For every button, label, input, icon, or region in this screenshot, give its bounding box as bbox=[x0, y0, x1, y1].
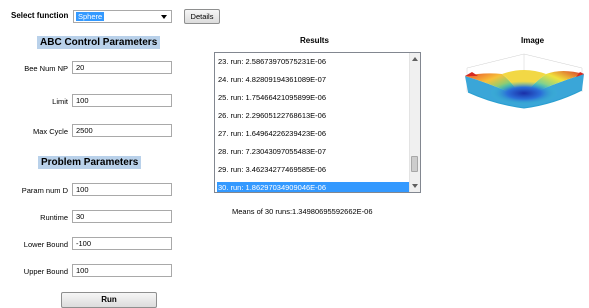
results-title: Results bbox=[300, 36, 329, 45]
image-title: Image bbox=[521, 36, 545, 45]
param-num-label: Param num D bbox=[21, 186, 68, 195]
scroll-down-icon[interactable] bbox=[412, 184, 418, 188]
run-button[interactable]: Run bbox=[61, 292, 157, 308]
max-cycle-field[interactable]: 2500 bbox=[72, 124, 172, 137]
runtime-label: Runtime bbox=[40, 213, 68, 222]
limit-field[interactable]: 100 bbox=[72, 94, 172, 107]
scroll-up-icon[interactable] bbox=[412, 57, 418, 61]
list-item[interactable]: 29. run: 3.46234277469585E-06 bbox=[217, 164, 410, 175]
chevron-down-icon[interactable] bbox=[161, 15, 167, 19]
sphere-surface-image bbox=[465, 53, 584, 109]
lower-bound-label: Lower Bound bbox=[23, 240, 68, 249]
results-listbox[interactable]: 23. run: 2.58673970575231E-06 24. run: 4… bbox=[214, 52, 421, 193]
list-item[interactable]: 24. run: 4.82809194361089E-07 bbox=[217, 74, 410, 85]
results-scrollbar[interactable] bbox=[409, 53, 420, 192]
select-function-label: Select function bbox=[11, 11, 69, 20]
function-select-value: Sphere bbox=[76, 12, 105, 21]
details-button[interactable]: Details bbox=[184, 9, 220, 24]
scroll-thumb[interactable] bbox=[411, 156, 418, 172]
function-select[interactable]: Sphere bbox=[73, 10, 172, 23]
upper-bound-field[interactable]: 100 bbox=[72, 264, 172, 277]
list-item-selected[interactable]: 30. run: 1.86297034909046E-06 bbox=[217, 182, 410, 192]
runtime-field[interactable]: 30 bbox=[72, 210, 172, 223]
list-item[interactable]: 28. run: 7.23043097055483E-07 bbox=[217, 146, 410, 157]
list-item[interactable]: 25. run: 1.75466421095899E-06 bbox=[217, 92, 410, 103]
upper-bound-label: Upper Bound bbox=[23, 267, 68, 276]
limit-label: Limit bbox=[52, 97, 68, 106]
abc-section-title: ABC Control Parameters bbox=[37, 36, 161, 49]
param-num-field[interactable]: 100 bbox=[72, 183, 172, 196]
max-cycle-label: Max Cycle bbox=[32, 127, 68, 136]
bee-num-field[interactable]: 20 bbox=[72, 61, 172, 74]
bee-num-label: Bee Num NP bbox=[24, 64, 68, 73]
list-item[interactable]: 27. run: 1.64964226239423E-06 bbox=[217, 128, 410, 139]
list-item[interactable]: 23. run: 2.58673970575231E-06 bbox=[217, 56, 410, 67]
problem-section-title: Problem Parameters bbox=[38, 156, 142, 169]
lower-bound-field[interactable]: -100 bbox=[72, 237, 172, 250]
mean-result-text: Means of 30 runs:1.34980695592662E-06 bbox=[232, 207, 373, 216]
list-item[interactable]: 26. run: 2.29605122768613E-06 bbox=[217, 110, 410, 121]
